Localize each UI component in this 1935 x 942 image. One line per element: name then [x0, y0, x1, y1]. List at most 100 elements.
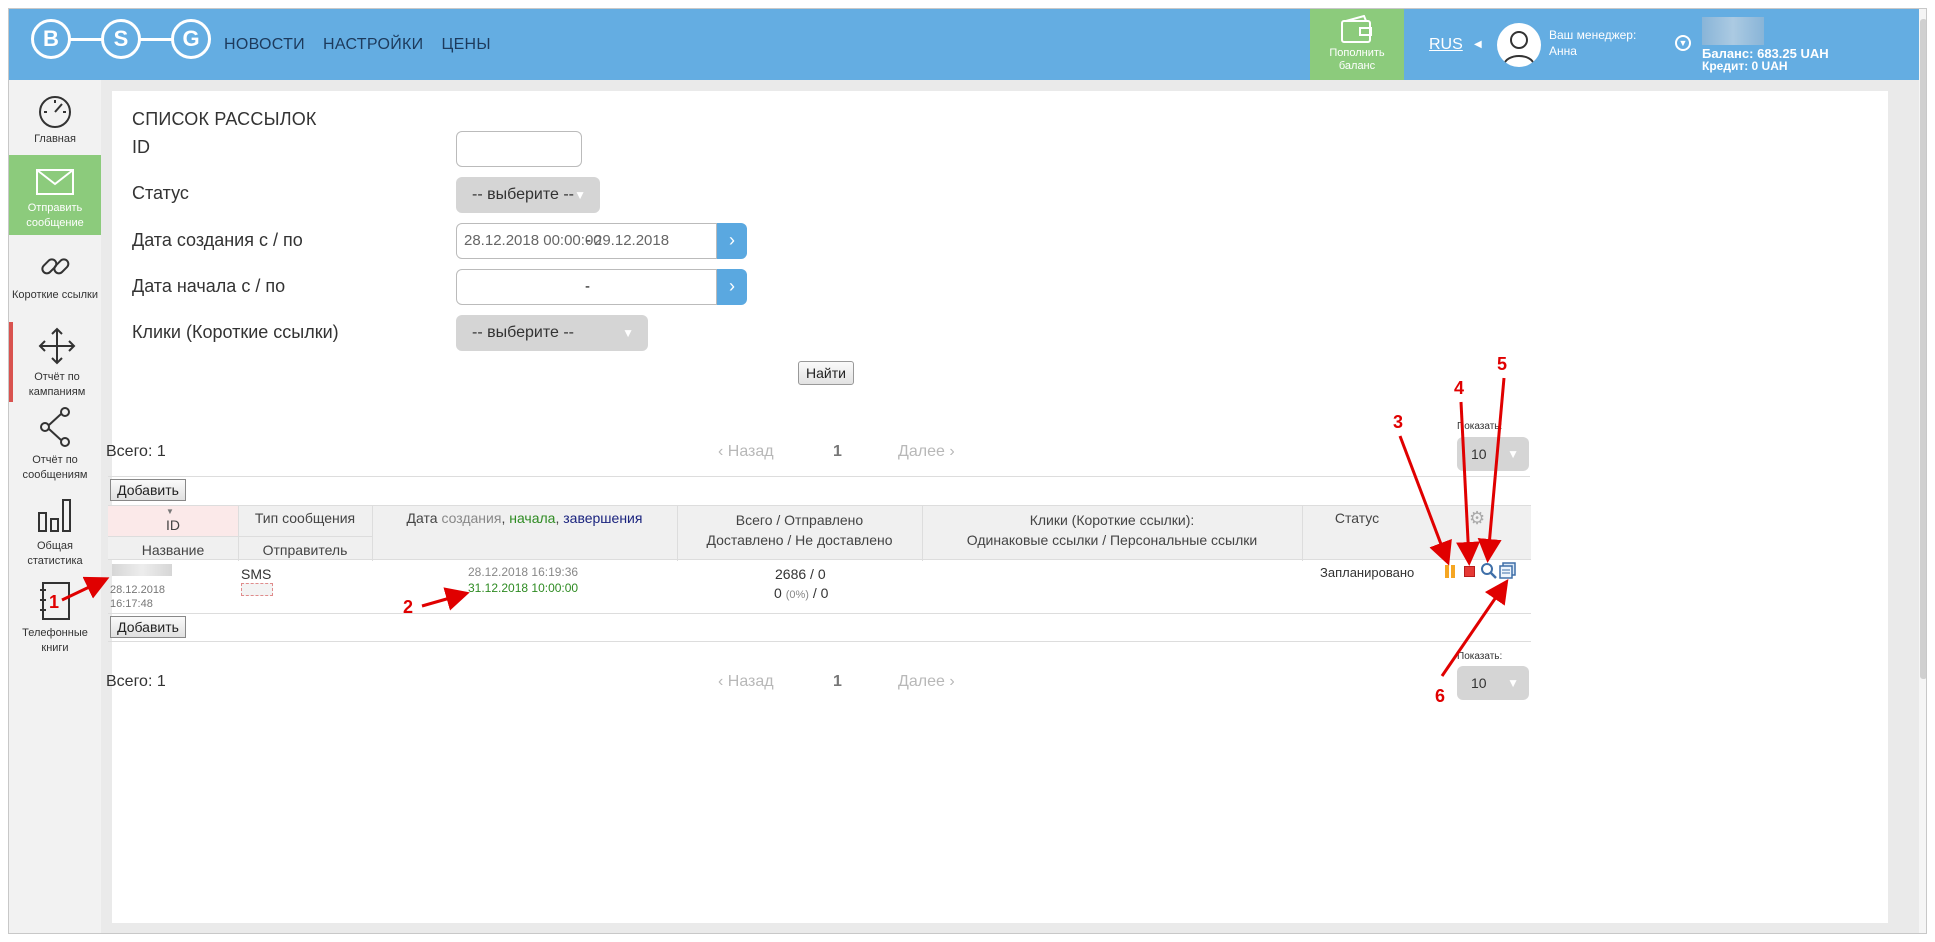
chevron-down-icon: ▼ [1507, 676, 1519, 690]
add-button-top[interactable]: Добавить [110, 479, 186, 501]
filter-clicks-label: Клики (Короткие ссылки) [132, 322, 339, 342]
top-nav: НОВОСТИ НАСТРОЙКИ ЦЕНЫ [224, 36, 491, 54]
th-sender[interactable]: Отправитель [238, 542, 372, 558]
pager-next-bottom[interactable]: Далее › [898, 673, 955, 691]
sort-desc-icon[interactable]: ▼ [166, 507, 174, 516]
gear-icon[interactable]: ⚙ [1469, 508, 1485, 529]
th-type[interactable]: Тип сообщения [238, 510, 372, 526]
th-date-created: создания [441, 510, 502, 526]
show-label-bottom: Показать: [1457, 651, 1503, 662]
topup-balance-button[interactable]: Пополнить баланс [1310, 9, 1404, 80]
topup-label-2: баланс [1338, 60, 1376, 72]
status-select[interactable]: -- выберите -- ▼ [456, 177, 600, 213]
annotation-label-1: 1 [49, 592, 60, 612]
th-status[interactable]: Статус [1302, 510, 1412, 526]
sidebar-item-message-report[interactable]: Отчёт по сообщениям [9, 405, 101, 485]
th-clicks[interactable]: Клики (Короткие ссылки): Одинаковые ссыл… [922, 510, 1302, 550]
th-clicks-line2: Одинаковые ссылки / Персональные ссылки [966, 532, 1258, 548]
created-separator: - [586, 232, 591, 249]
pause-icon[interactable] [1444, 565, 1456, 578]
th-dates[interactable]: Дата создания, начала, завершения [372, 510, 677, 526]
sender-redacted [241, 583, 273, 596]
th-clicks-line1: Клики (Короткие ссылки): [1029, 512, 1195, 528]
show-label: Показать: [1457, 421, 1503, 432]
created-date-range-input[interactable]: 28.12.2018 00:00:00 - 29.12.2018 00:00:0… [456, 223, 717, 283]
manager-label: Ваш менеджер: [1549, 28, 1637, 42]
pause-bar [1445, 565, 1449, 578]
nav-prices[interactable]: ЦЕНЫ [441, 36, 490, 54]
th-id[interactable]: ID [108, 517, 238, 533]
pager-current-bottom[interactable]: 1 [833, 673, 842, 691]
pager-prev[interactable]: ‹ Назад [718, 443, 774, 461]
logo-letter: S [101, 19, 141, 59]
chevron-right-icon: › [729, 230, 735, 250]
th-totals[interactable]: Всего / Отправлено Доставлено / Не доста… [677, 510, 922, 550]
row-status: Запланировано [1320, 565, 1415, 580]
annotation-label-6: 6 [1435, 686, 1446, 706]
page-scrollbar[interactable] [1919, 9, 1926, 933]
balance-block: Баланс: 683.25 UAH Кредит: 0 UAH [1702, 47, 1829, 73]
sidebar-item-short-links[interactable]: Короткие ссылки [9, 242, 101, 322]
filter-created-label: Дата создания с / по [132, 230, 303, 250]
scrollbar-thumb[interactable] [1920, 19, 1926, 679]
message-type: SMS [241, 566, 272, 582]
sidebar-item-home[interactable]: Главная [9, 92, 101, 156]
pager-next[interactable]: Далее › [898, 443, 955, 461]
row-divider [108, 641, 1531, 642]
sidebar-item-label: Отчёт по сообщениям [22, 454, 88, 481]
bar-chart-icon [38, 499, 71, 532]
magnifier-glyph [1481, 563, 1497, 579]
start-date-next-button[interactable]: › [717, 269, 747, 305]
start-date-range-input[interactable]: - [456, 269, 717, 305]
th-name[interactable]: Название [108, 542, 238, 558]
logo-letter: B [31, 19, 71, 59]
nav-settings[interactable]: НАСТРОЙКИ [323, 36, 423, 54]
logo[interactable]: B S G [31, 19, 221, 63]
credit-value: Кредит: 0 UAH [1702, 59, 1788, 73]
row-date-created: 28.12.2018 16:19:36 [468, 565, 579, 579]
row-divider [108, 613, 1531, 614]
filter-id-label: ID [132, 137, 150, 157]
row-date-start: 31.12.2018 10:00:00 [468, 581, 579, 595]
page-size-select-bottom[interactable]: 10 ▼ [1457, 666, 1529, 700]
move-arrows-icon [38, 327, 76, 365]
stop-icon[interactable] [1464, 566, 1475, 577]
annotation-label-3: 3 [1393, 412, 1404, 432]
total-count: Всего: 1 [106, 443, 166, 460]
add-button-bottom[interactable]: Добавить [110, 616, 186, 638]
th-date-prefix: Дата [406, 510, 438, 526]
start-separator: - [585, 278, 590, 295]
th-totals-line1: Всего / Отправлено [735, 512, 864, 528]
created-datetime: 28.12.2018 16:17:48 [110, 583, 165, 611]
language-selector[interactable]: RUS [1429, 36, 1463, 54]
row-delivered-count: 0 [774, 585, 782, 601]
row-delivered-pct: (0%) [785, 589, 809, 601]
sidebar-item-send-message[interactable]: Отправить сообщение [9, 155, 101, 235]
filter-status-label: Статус [132, 183, 189, 203]
sidebar-item-label: Главная [34, 133, 76, 145]
clicks-select[interactable]: -- выберите -- ▼ [456, 315, 648, 351]
find-button[interactable]: Найти [798, 361, 854, 385]
chevron-down-icon[interactable]: ▼ [1675, 35, 1691, 51]
pager-prev-bottom[interactable]: ‹ Назад [718, 673, 774, 691]
created-date-next-button[interactable]: › [717, 223, 747, 259]
topup-label-1: Пополнить [1329, 47, 1385, 59]
sidebar-item-campaign-report[interactable]: Отчёт по кампаниям [9, 322, 101, 402]
id-input[interactable] [456, 131, 582, 167]
nav-news[interactable]: НОВОСТИ [224, 36, 305, 54]
search-icon[interactable] [1480, 562, 1498, 585]
copy-icon[interactable] [1499, 562, 1517, 585]
sidebar-item-label: Отправить сообщение [26, 202, 84, 229]
sidebar-item-general-stats[interactable]: Общая статистика [9, 495, 101, 575]
th-totals-line2: Доставлено / Не доставлено [706, 532, 893, 548]
pager-current[interactable]: 1 [833, 443, 842, 461]
caret-left-icon[interactable]: ◀ [1474, 39, 1482, 50]
annotation-label-4: 4 [1454, 378, 1465, 398]
annotation-label-5: 5 [1497, 354, 1508, 374]
row-divider [108, 536, 372, 537]
campaign-id-redacted[interactable] [112, 564, 172, 576]
page-size-select[interactable]: 10 ▼ [1457, 437, 1529, 471]
annotation-label-2: 2 [403, 597, 414, 617]
chevron-down-icon: ▼ [574, 188, 586, 202]
table-header: ▼ ID Название Тип сообщения Отправитель … [108, 505, 1531, 561]
